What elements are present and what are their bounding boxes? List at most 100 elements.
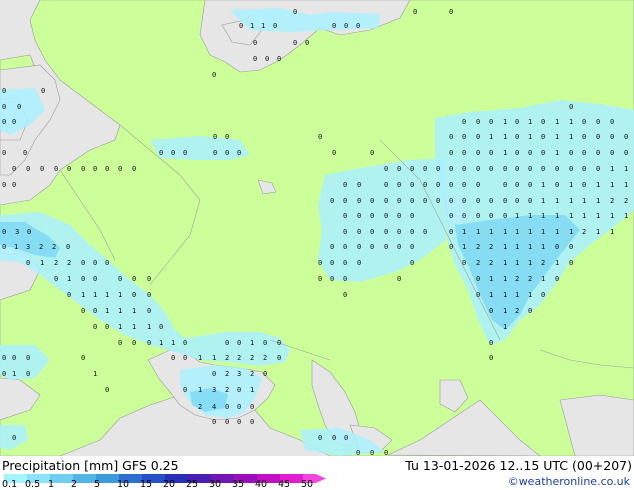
precip-value-marker: 0 xyxy=(132,165,136,173)
precip-value-marker: 0 xyxy=(476,165,480,173)
precip-value-marker: 0 xyxy=(410,259,414,267)
precip-value-marker: 0 xyxy=(225,418,229,426)
precip-value-marker: 0 xyxy=(515,181,519,189)
precip-value-marker: 0 xyxy=(67,165,71,173)
precip-value-marker: 1 xyxy=(12,370,16,378)
precip-value-marker: 0 xyxy=(265,55,269,63)
precip-value-marker: 0 xyxy=(397,212,401,220)
precip-value-marker: 0 xyxy=(397,275,401,283)
precip-value-marker: 0 xyxy=(225,403,229,411)
precip-value-marker: 1 xyxy=(147,323,151,331)
precip-value-marker: 0 xyxy=(555,275,559,283)
precip-value-marker: 1 xyxy=(503,228,507,236)
precip-value-marker: 1 xyxy=(40,259,44,267)
precip-value-marker: 0 xyxy=(370,212,374,220)
precip-value-marker: 0 xyxy=(330,259,334,267)
precip-value-marker: 1 xyxy=(118,307,122,315)
precip-value-marker: 1 xyxy=(610,212,614,220)
precip-value-marker: 0 xyxy=(225,339,229,347)
precip-value-marker: 1 xyxy=(503,307,507,315)
precip-value-marker: 0 xyxy=(147,339,151,347)
precip-value-marker: 0 xyxy=(541,291,545,299)
precip-value-marker: 0 xyxy=(277,339,281,347)
map-title: Precipitation [mm] GFS 0.25 xyxy=(2,458,179,473)
precip-value-marker: 2 xyxy=(528,275,532,283)
precip-value-marker: 1 xyxy=(555,149,559,157)
legend-label: 0.5 xyxy=(25,479,41,490)
precip-value-marker: 0 xyxy=(159,323,163,331)
precip-value-marker: 1 xyxy=(476,228,480,236)
precip-value-marker: 0 xyxy=(462,181,466,189)
precip-value-marker: 1 xyxy=(596,197,600,205)
precip-value-marker: 0 xyxy=(582,118,586,126)
precip-value-marker: 1 xyxy=(541,275,545,283)
precip-value-marker: 1 xyxy=(503,133,507,141)
precip-value-marker: 1 xyxy=(159,339,163,347)
precip-value-marker: 0 xyxy=(147,291,151,299)
precip-value-marker: 0 xyxy=(318,275,322,283)
precip-value-marker: 1 xyxy=(624,165,628,173)
precip-value-marker: 2 xyxy=(624,197,628,205)
precip-value-marker: 1 xyxy=(541,243,545,251)
precip-value-marker: 0 xyxy=(515,165,519,173)
precip-value-marker: 1 xyxy=(596,181,600,189)
precip-value-marker: 0 xyxy=(515,149,519,157)
precip-value-marker: 0 xyxy=(462,197,466,205)
precip-value-marker: 0 xyxy=(183,149,187,157)
precip-value-marker: 0 xyxy=(332,22,336,30)
precip-value-marker: 0 xyxy=(569,259,573,267)
precip-value-marker: 1 xyxy=(171,339,175,347)
precip-value-marker: 1 xyxy=(555,118,559,126)
precip-value-marker: 0 xyxy=(555,165,559,173)
precip-value-marker: 0 xyxy=(476,275,480,283)
precip-value-marker: 0 xyxy=(332,434,336,442)
precip-value-marker: 1 xyxy=(569,118,573,126)
precip-value-marker: 0 xyxy=(356,22,360,30)
legend-label: 15 xyxy=(140,479,153,490)
precip-value-marker: 0 xyxy=(423,197,427,205)
precip-value-marker: 0 xyxy=(462,133,466,141)
precip-value-marker: 2 xyxy=(489,259,493,267)
precip-value-marker: 0 xyxy=(17,103,21,111)
precip-value-marker: 0 xyxy=(26,165,30,173)
precip-value-marker: 0 xyxy=(357,228,361,236)
precip-value-marker: 1 xyxy=(132,307,136,315)
precip-value-marker: 0 xyxy=(183,386,187,394)
precip-value-marker: 0 xyxy=(343,243,347,251)
precip-value-marker: 0 xyxy=(2,181,6,189)
precip-value-marker: 0 xyxy=(476,181,480,189)
precip-value-marker: 0 xyxy=(449,133,453,141)
precip-value-marker: 0 xyxy=(26,354,30,362)
precip-value-marker: 0 xyxy=(384,449,388,456)
precip-value-marker: 0 xyxy=(343,259,347,267)
precip-value-marker: 0 xyxy=(237,403,241,411)
precip-value-marker: 0 xyxy=(489,212,493,220)
legend-label: 40 xyxy=(255,479,268,490)
precip-value-marker: 0 xyxy=(489,118,493,126)
precip-value-marker: 0 xyxy=(503,212,507,220)
precip-value-marker: 0 xyxy=(332,149,336,157)
precip-value-marker: 0 xyxy=(423,181,427,189)
precip-value-marker: 0 xyxy=(624,133,628,141)
precip-value-marker: 0 xyxy=(12,434,16,442)
precip-value-marker: 0 xyxy=(2,103,6,111)
credit-link[interactable]: ©weatheronline.co.uk xyxy=(508,475,630,489)
precip-value-marker: 0 xyxy=(343,197,347,205)
precip-value-marker: 0 xyxy=(410,228,414,236)
precip-value-marker: 0 xyxy=(528,181,532,189)
precip-value-marker: 0 xyxy=(384,197,388,205)
precip-value-marker: 1 xyxy=(610,228,614,236)
precip-value-marker: 0 xyxy=(449,197,453,205)
precip-value-marker: 0 xyxy=(462,212,466,220)
precip-value-marker: 0 xyxy=(171,354,175,362)
precip-value-marker: 0 xyxy=(237,149,241,157)
precip-value-marker: 0 xyxy=(343,212,347,220)
precip-value-marker: 2 xyxy=(225,386,229,394)
precip-value-marker: 0 xyxy=(118,165,122,173)
precip-value-marker: 1 xyxy=(528,243,532,251)
precip-value-marker: 0 xyxy=(449,8,453,16)
precip-value-marker: 0 xyxy=(449,243,453,251)
precip-value-marker: 0 xyxy=(343,181,347,189)
precip-value-marker: 0 xyxy=(263,370,267,378)
precip-value-marker: 0 xyxy=(489,354,493,362)
